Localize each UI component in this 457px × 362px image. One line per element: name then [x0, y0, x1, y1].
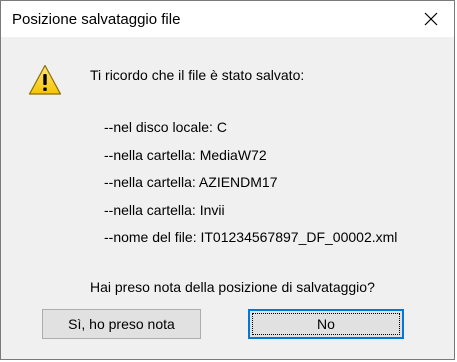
- close-icon: [424, 12, 438, 26]
- detail-disk: --nel disco locale: C: [104, 119, 227, 135]
- focus-ring: [252, 313, 400, 335]
- location-details: --nel disco locale: C --nella cartella: …: [90, 119, 397, 257]
- warning-icon: [28, 64, 62, 95]
- detail-folder-2: --nella cartella: AZIENDM17: [104, 174, 278, 190]
- detail-folder-1: --nella cartella: MediaW72: [104, 146, 267, 163]
- detail-folder-3: --nella cartella: Invii: [104, 201, 225, 218]
- dialog-window: Posizione salvataggio file Ti ricordo ch…: [0, 0, 455, 360]
- window-title: Posizione salvataggio file: [12, 11, 181, 28]
- detail-filename: --nome del file: IT01234567897_DF_00002.…: [104, 229, 398, 245]
- no-button[interactable]: No: [248, 309, 404, 339]
- message-question: Hai preso nota della posizione di salvat…: [90, 279, 375, 295]
- dialog-body: Ti ricordo che il file è stato salvato: …: [1, 37, 454, 359]
- yes-noted-button[interactable]: Sì, ho preso nota: [42, 309, 201, 339]
- close-button[interactable]: [408, 1, 454, 37]
- message-intro: Ti ricordo che il file è stato salvato:: [90, 67, 305, 83]
- title-bar[interactable]: Posizione salvataggio file: [1, 1, 454, 37]
